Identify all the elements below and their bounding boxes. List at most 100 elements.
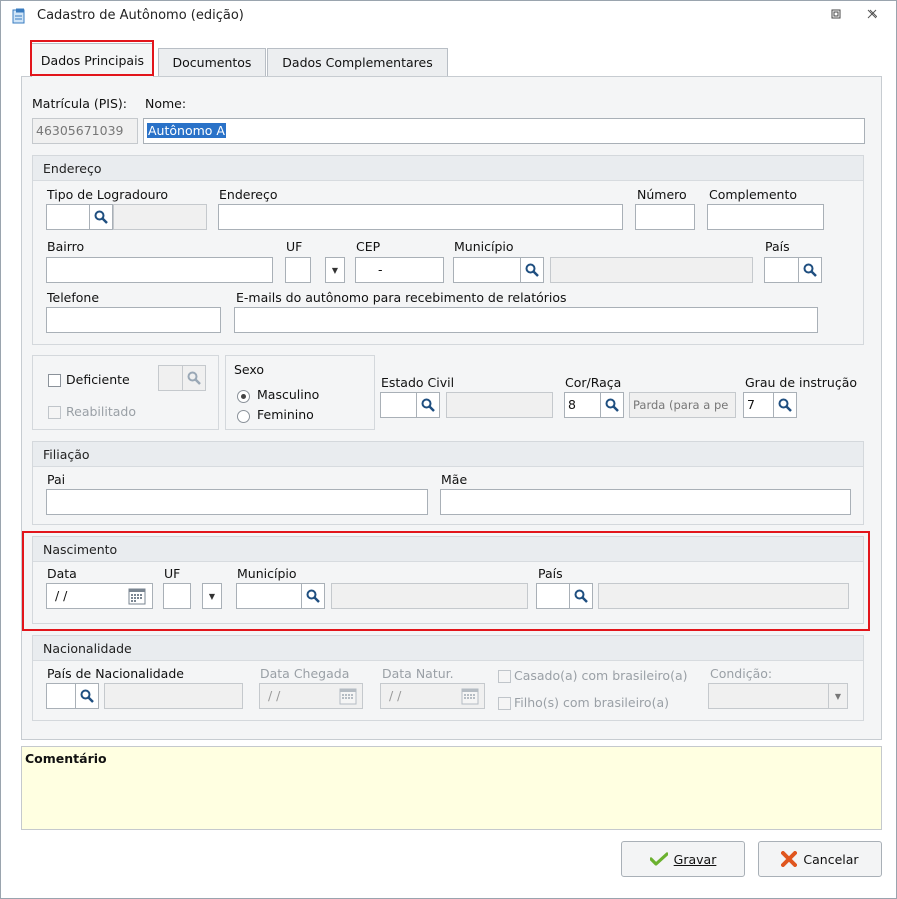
pai-input[interactable]	[46, 489, 428, 515]
mae-input[interactable]	[440, 489, 851, 515]
window-title: Cadastro de Autônomo (edição)	[37, 8, 244, 23]
estado-civil-code-input[interactable]	[380, 392, 417, 418]
cor-raca-desc: Parda (para a pe	[629, 392, 736, 418]
pai-label: Pai	[47, 472, 66, 487]
complemento-input[interactable]	[707, 204, 824, 230]
cep-input[interactable]: -	[355, 257, 444, 283]
nascimento-uf-select[interactable]	[163, 583, 191, 609]
search-icon	[525, 263, 539, 277]
municipio-code-input[interactable]	[453, 257, 521, 283]
nome-label: Nome:	[145, 96, 187, 111]
emails-input[interactable]	[234, 307, 818, 333]
nascimento-municipio-code-input[interactable]	[236, 583, 302, 609]
restore-icon[interactable]	[829, 9, 843, 23]
cancelar-button[interactable]: Cancelar	[758, 841, 882, 877]
search-icon	[421, 398, 435, 412]
grau-instrucao-search-button[interactable]	[773, 392, 797, 418]
nascimento-pais-code-input[interactable]	[536, 583, 570, 609]
masculino-radio[interactable]	[237, 390, 250, 403]
endereco-input[interactable]	[218, 204, 623, 230]
cor-raca-search-button[interactable]	[600, 392, 624, 418]
dialog-window: Cadastro de Autônomo (edição) Dados Prin…	[0, 0, 897, 899]
calendar-icon[interactable]	[339, 687, 357, 705]
deficiencia-search-button[interactable]	[182, 365, 206, 391]
nome-field[interactable]: Autônomo A	[143, 118, 865, 144]
complemento-label: Complemento	[709, 187, 797, 202]
emails-label: E-mails do autônomo para recebimento de …	[236, 290, 567, 305]
bairro-label: Bairro	[47, 239, 85, 254]
matricula-label: Matrícula (PIS):	[32, 96, 127, 111]
cancel-x-icon	[781, 851, 798, 867]
tipo-logradouro-search-button[interactable]	[89, 204, 113, 230]
estado-civil-desc	[446, 392, 553, 418]
mae-label: Mãe	[441, 472, 468, 487]
nascimento-pais-search-button[interactable]	[569, 583, 593, 609]
uf-dropdown-button[interactable]: ▼	[325, 257, 345, 283]
search-icon	[778, 398, 792, 412]
cor-raca-code-input[interactable]: 8	[564, 392, 601, 418]
nascimento-municipio-label: Município	[237, 566, 297, 581]
calendar-icon[interactable]	[461, 687, 479, 705]
tab-documentos[interactable]: Documentos	[158, 48, 266, 76]
search-icon	[306, 589, 320, 603]
data-chegada-label: Data Chegada	[260, 666, 350, 681]
tab-dados-principais[interactable]: Dados Principais	[31, 43, 154, 77]
sexo-title: Sexo	[234, 362, 265, 377]
checkmark-icon	[649, 852, 668, 866]
numero-input[interactable]	[635, 204, 695, 230]
cep-label: CEP	[356, 239, 381, 254]
tipo-logradouro-desc	[113, 204, 207, 230]
calendar-icon[interactable]	[128, 587, 146, 605]
nascimento-uf-dropdown-button[interactable]: ▼	[202, 583, 222, 609]
nascimento-pais-desc	[598, 583, 849, 609]
condicao-dropdown-button[interactable]: ▼	[828, 683, 848, 709]
tipo-logradouro-code-input[interactable]	[46, 204, 90, 230]
comment-area[interactable]: Comentário	[21, 746, 882, 830]
grau-instrucao-code-input[interactable]: 7	[743, 392, 774, 418]
bairro-input[interactable]	[46, 257, 273, 283]
grau-instrucao-label: Grau de instrução	[745, 375, 858, 390]
feminino-label: Feminino	[257, 407, 314, 422]
endereco-title: Endereço	[43, 161, 102, 176]
comment-label: Comentário	[25, 751, 107, 766]
gravar-button[interactable]: Gravar	[621, 841, 745, 877]
pais-nacionalidade-desc	[104, 683, 243, 709]
search-icon	[94, 210, 108, 224]
municipio-search-button[interactable]	[520, 257, 544, 283]
nascimento-uf-label: UF	[164, 566, 181, 581]
casado-brasileiro-label: Casado(a) com brasileiro(a)	[514, 668, 688, 683]
tab-dados-complementares[interactable]: Dados Complementares	[267, 48, 448, 76]
chevron-down-icon: ▼	[208, 591, 216, 601]
deficiente-checkbox[interactable]	[48, 374, 61, 387]
search-icon	[803, 263, 817, 277]
gravar-label: Gravar	[673, 851, 717, 867]
nascimento-municipio-search-button[interactable]	[301, 583, 325, 609]
estado-civil-search-button[interactable]	[416, 392, 440, 418]
filho-brasileiro-checkbox[interactable]	[498, 697, 511, 710]
cancelar-label: Cancelar	[803, 851, 859, 867]
chevron-down-icon: ▼	[331, 265, 339, 275]
uf-select[interactable]	[285, 257, 311, 283]
reabilitado-checkbox[interactable]	[48, 406, 61, 419]
close-icon[interactable]	[865, 9, 879, 23]
deficiencia-code-input[interactable]	[158, 365, 183, 391]
municipio-desc	[550, 257, 753, 283]
telefone-input[interactable]	[46, 307, 221, 333]
numero-label: Número	[637, 187, 687, 202]
pais-nacionalidade-search-button[interactable]	[75, 683, 99, 709]
pais-code-input[interactable]	[764, 257, 799, 283]
search-icon	[80, 689, 94, 703]
deficiente-label: Deficiente	[66, 372, 130, 387]
nascimento-group: Nascimento	[32, 536, 864, 624]
feminino-radio[interactable]	[237, 410, 250, 423]
condicao-label: Condição:	[710, 666, 773, 681]
pais-search-button[interactable]	[798, 257, 822, 283]
municipio-label: Município	[454, 239, 514, 254]
masculino-label: Masculino	[257, 387, 320, 402]
casado-brasileiro-checkbox[interactable]	[498, 670, 511, 683]
data-natur-label: Data Natur.	[382, 666, 454, 681]
nacionalidade-title: Nacionalidade	[43, 641, 132, 656]
condicao-select[interactable]	[708, 683, 829, 709]
title-bar: Cadastro de Autônomo (edição)	[1, 1, 896, 31]
pais-nacionalidade-code-input[interactable]	[46, 683, 76, 709]
